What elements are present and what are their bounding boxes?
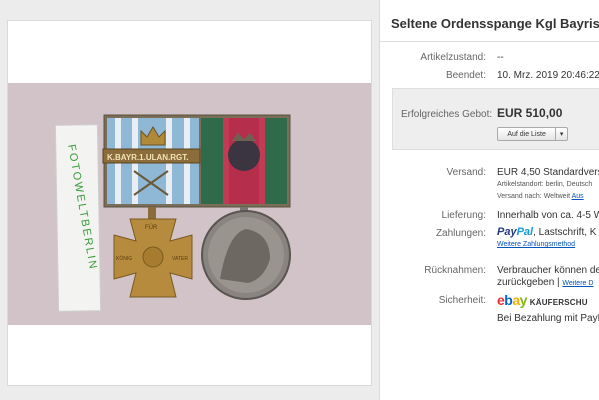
returns-more-link[interactable]: Weitere D xyxy=(562,280,593,287)
returns-label: Rücknahmen: xyxy=(424,265,486,276)
paypal-logo: PayPal xyxy=(497,226,534,238)
ships-to-link[interactable]: Aus xyxy=(572,193,584,200)
item-location: Artikelstandort: berlin, Deutsch xyxy=(497,181,593,188)
listing-title[interactable]: Seltene Ordensspange Kgl Bayris xyxy=(391,16,599,31)
ended-value: 10. Mrz. 2019 20:46:22 xyxy=(497,70,599,81)
item-photo[interactable]: FOTOWELTBERLIN K.BAYR.1.ULAN.RGT. FÜR KÖ… xyxy=(8,83,371,325)
ebay-logo: ebay xyxy=(497,292,527,308)
svg-text:VATER: VATER xyxy=(172,256,188,262)
payment-methods: PayPal, Lastschrift, K xyxy=(497,226,596,238)
payment-methods-text: , Lastschrift, K xyxy=(533,227,597,238)
more-payment-methods-link[interactable]: Weitere Zahlungsmethod xyxy=(497,241,575,248)
add-to-watchlist-button[interactable]: Auf die Liste ▾ xyxy=(497,127,568,141)
delivery-value: Innerhalb von ca. 4-5 We xyxy=(497,210,599,221)
winning-bid-price: EUR 510,00 xyxy=(497,106,563,120)
returns-value: Verbraucher können den xyxy=(497,265,599,276)
security-label: Sicherheit: xyxy=(438,295,486,306)
returns-value-line2: zurückgeben | Weitere D xyxy=(497,277,593,288)
divider xyxy=(380,41,599,42)
ships-to: Versand nach: Weltweit Aus xyxy=(497,193,584,200)
svg-text:FÜR: FÜR xyxy=(145,224,158,231)
returns-text: zurückgeben | xyxy=(497,277,563,288)
shipping-value: EUR 4,50 Standardversa xyxy=(497,167,599,178)
payment-label: Zahlungen: xyxy=(435,228,486,239)
ebay-buyer-protection[interactable]: ebay KÄUFERSCHU xyxy=(497,292,588,308)
condition-value: -- xyxy=(497,52,504,63)
paypal-purchase-note: Bei Bezahlung mit PayP xyxy=(497,313,599,324)
listing-details: Seltene Ordensspange Kgl Bayris Artikelz… xyxy=(379,0,599,400)
ended-label: Beendet: xyxy=(445,70,486,81)
winning-bid-label: Erfolgreiches Gebot: xyxy=(401,109,493,120)
chevron-down-icon[interactable]: ▾ xyxy=(555,128,567,140)
item-image-panel[interactable]: FOTOWELTBERLIN K.BAYR.1.ULAN.RGT. FÜR KÖ… xyxy=(7,20,372,386)
svg-text:KÖNIG: KÖNIG xyxy=(116,255,132,262)
medal-bar-illustration: FOTOWELTBERLIN K.BAYR.1.ULAN.RGT. FÜR KÖ… xyxy=(8,83,371,325)
watchlist-button-label: Auf die Liste xyxy=(507,130,546,138)
shipping-label: Versand: xyxy=(446,167,486,178)
bid-box: Erfolgreiches Gebot: EUR 510,00 Auf die … xyxy=(392,88,599,150)
ships-to-text: Versand nach: Weltweit xyxy=(497,193,572,200)
svg-text:K.BAYR.1.ULAN.RGT.: K.BAYR.1.ULAN.RGT. xyxy=(107,153,189,162)
condition-label: Artikelzustand: xyxy=(420,52,486,63)
delivery-label: Lieferung: xyxy=(441,210,486,221)
kaeuferschutz-label: KÄUFERSCHU xyxy=(529,298,588,307)
